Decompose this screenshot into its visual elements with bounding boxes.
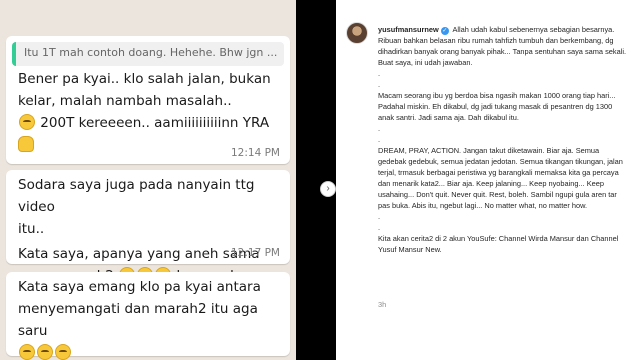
quoted-message: Itu 1T mah contoh doang. Hehehe. Bhw jgn… <box>12 42 284 66</box>
message-line: 200T kereeeen.. aamiiiiiiiiiinn YRA <box>40 115 270 131</box>
grinning-emoji-icon <box>55 344 71 360</box>
message-line: itu.. <box>18 221 45 237</box>
message-line: Sodara saya juga pada nanyain ttg video <box>18 177 255 215</box>
caption-paragraph: Macam seorang ibu yg berdoa bisa ngasih … <box>378 91 616 122</box>
caption: yusufmansurnew ✓ Allah udah kabul sebener… <box>378 24 628 255</box>
caption-separator: . <box>378 212 381 221</box>
caption-paragraph: DREAM, PRAY, ACTION. Jangan takut diketa… <box>378 146 623 210</box>
caption-separator: . <box>378 135 381 144</box>
post-caption-panel: yusufmansurnew ✓ Allah udah kabul sebener… <box>336 0 640 360</box>
chevron-right-icon: › <box>326 183 330 194</box>
message-line: menyemangati dan marah2 itu aga saru <box>18 301 258 339</box>
message-line: Kata saya emang klo pa kyai antara <box>18 279 261 295</box>
message-line: kelar, malah nambah masalah.. <box>18 93 232 109</box>
caption-separator: . <box>378 124 381 133</box>
chat-screenshot: Itu 1T mah contoh doang. Hehehe. Bhw jgn… <box>0 0 296 360</box>
verified-badge-icon: ✓ <box>440 27 449 35</box>
chat-message: Sodara saya juga pada nanyain ttg video … <box>6 170 290 284</box>
message-line: Bener pa kyai.. klo salah jalan, bukan <box>18 71 271 87</box>
caption-separator: . <box>378 80 381 89</box>
grinning-emoji-icon <box>19 344 35 360</box>
caption-separator: . <box>378 223 381 232</box>
message-time: 12:17 PM <box>231 247 280 259</box>
grinning-emoji-icon <box>19 114 35 130</box>
carousel-next-button[interactable]: › <box>320 181 336 197</box>
caption-paragraph: Kita akan cerita2 di 2 akun YouSufe: Cha… <box>378 234 619 254</box>
chat-message: Kata saya emang klo pa kyai antara menye… <box>6 272 290 360</box>
grinning-emoji-icon <box>37 344 53 360</box>
message-time: 12:14 PM <box>231 147 280 159</box>
avatar[interactable] <box>346 22 368 44</box>
post-timestamp[interactable]: 3h <box>378 300 386 309</box>
raised-hands-emoji-icon <box>18 136 34 152</box>
post-image-panel: Itu 1T mah contoh doang. Hehehe. Bhw jgn… <box>0 0 336 360</box>
chat-message: Itu 1T mah contoh doang. Hehehe. Bhw jgn… <box>6 36 290 164</box>
caption-separator: . <box>378 69 381 78</box>
username-link[interactable]: yusufmansurnew <box>378 25 439 34</box>
